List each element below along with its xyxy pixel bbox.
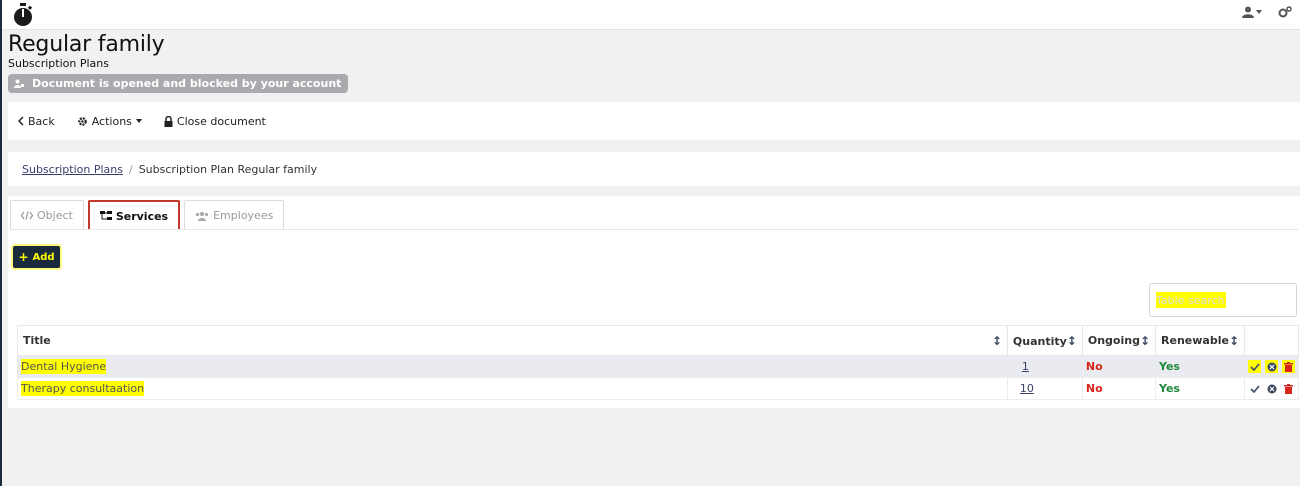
action-bar: Back Actions Close document bbox=[8, 102, 1300, 140]
tab-object[interactable]: Object bbox=[10, 200, 84, 230]
cancel-circle-icon[interactable] bbox=[1265, 360, 1278, 373]
gears-icon bbox=[1278, 6, 1292, 18]
check-icon[interactable] bbox=[1248, 382, 1261, 395]
row-title: Dental Hygiene bbox=[21, 359, 107, 374]
chevron-left-icon bbox=[18, 116, 24, 126]
trash-icon[interactable] bbox=[1282, 382, 1295, 395]
lock-status-badge: Document is opened and blocked by your a… bbox=[8, 74, 349, 93]
actions-label: Actions bbox=[91, 114, 132, 128]
quantity-link[interactable]: 10 bbox=[1020, 382, 1034, 395]
tab-services[interactable]: Services bbox=[87, 200, 181, 230]
table-search-input[interactable] bbox=[1156, 292, 1226, 308]
tab-services-label: Services bbox=[115, 209, 169, 223]
lock-icon bbox=[164, 115, 173, 127]
sort-icon[interactable]: ↕ bbox=[992, 334, 1002, 348]
cell-renewable: Yes bbox=[1155, 377, 1245, 400]
actions-dropdown[interactable]: Actions bbox=[77, 115, 142, 128]
renewable-value: Yes bbox=[1159, 360, 1180, 373]
close-document-label: Close document bbox=[176, 114, 266, 128]
page-subtitle: Subscription Plans bbox=[8, 57, 109, 70]
col-title-header[interactable]: Title ↕ bbox=[17, 325, 1008, 356]
ongoing-value: No bbox=[1085, 382, 1103, 395]
col-quantity-label: Quantity bbox=[1012, 334, 1067, 348]
col-title-label: Title bbox=[23, 333, 51, 347]
renewable-value: Yes bbox=[1159, 382, 1180, 395]
tab-divider bbox=[10, 229, 1298, 230]
stopwatch-icon[interactable] bbox=[12, 3, 34, 27]
cell-quantity: 1 bbox=[1006, 355, 1083, 378]
back-button[interactable]: Back bbox=[18, 115, 55, 128]
add-button[interactable]: + Add bbox=[13, 246, 60, 268]
breadcrumb: Subscription Plans / Subscription Plan R… bbox=[8, 152, 1300, 186]
trash-icon[interactable] bbox=[1282, 360, 1295, 373]
col-renewable-label: Renewable bbox=[1161, 333, 1229, 347]
cell-actions bbox=[1244, 377, 1299, 400]
tab-bar: Object Services Employees bbox=[10, 200, 285, 230]
back-label: Back bbox=[28, 114, 55, 128]
caret-down-icon bbox=[135, 119, 142, 123]
col-quantity-header[interactable]: Quantity↕ bbox=[1006, 325, 1083, 356]
sort-icon[interactable]: ↕ bbox=[1229, 334, 1239, 348]
col-renewable-header[interactable]: Renewable ↕ bbox=[1155, 325, 1245, 356]
sitemap-icon bbox=[99, 211, 112, 220]
code-icon bbox=[21, 211, 33, 220]
services-panel: Object Services Employees + Add Title ↕ bbox=[8, 196, 1300, 408]
breadcrumb-current: Subscription Plan Regular family bbox=[138, 162, 318, 176]
col-ongoing-header[interactable]: Ongoing ↕ bbox=[1081, 325, 1157, 356]
quantity-link[interactable]: 1 bbox=[1022, 360, 1029, 373]
table-row: Therapy consultaation 10 No Yes bbox=[17, 377, 1299, 400]
window-edge bbox=[0, 0, 2, 486]
sort-icon[interactable]: ↕ bbox=[1140, 334, 1150, 348]
tab-object-label: Object bbox=[37, 209, 73, 222]
add-label: Add bbox=[32, 251, 55, 263]
breadcrumb-link-subscription-plans[interactable]: Subscription Plans bbox=[22, 163, 123, 176]
gear-icon bbox=[77, 116, 87, 126]
top-bar bbox=[2, 0, 1300, 30]
user-icon bbox=[1242, 6, 1254, 18]
page-title: Regular family bbox=[8, 32, 165, 57]
row-title: Therapy consultaation bbox=[21, 381, 145, 396]
table-search bbox=[1149, 283, 1297, 317]
col-ongoing-label: Ongoing bbox=[1087, 333, 1140, 347]
plus-icon: + bbox=[18, 250, 29, 264]
tab-employees-label: Employees bbox=[213, 209, 274, 222]
users-icon bbox=[196, 211, 209, 221]
cell-ongoing: No bbox=[1081, 377, 1157, 400]
table-row: Dental Hygiene 1 No Yes bbox=[17, 355, 1299, 378]
ongoing-value: No bbox=[1085, 360, 1103, 373]
title-block: Regular family Subscription Plans Docume… bbox=[8, 32, 349, 93]
cell-title: Therapy consultaation bbox=[17, 377, 1008, 400]
services-table: Title ↕ Quantity↕ Ongoing ↕ Renewable ↕ … bbox=[17, 325, 1299, 400]
check-icon[interactable] bbox=[1248, 360, 1261, 373]
lock-message: Document is opened and blocked by your a… bbox=[32, 77, 342, 90]
close-document-button[interactable]: Close document bbox=[164, 115, 266, 128]
cell-quantity: 10 bbox=[1006, 377, 1083, 400]
cell-ongoing: No bbox=[1081, 355, 1157, 378]
col-actions-header bbox=[1244, 325, 1299, 356]
breadcrumb-separator: / bbox=[128, 162, 133, 176]
cell-renewable: Yes bbox=[1155, 355, 1245, 378]
caret-down-icon bbox=[1256, 10, 1262, 14]
cell-title: Dental Hygiene bbox=[17, 355, 1008, 378]
sort-icon[interactable]: ↕ bbox=[1067, 334, 1077, 348]
tab-employees[interactable]: Employees bbox=[184, 200, 285, 230]
settings-button[interactable] bbox=[1278, 6, 1292, 18]
cancel-circle-icon[interactable] bbox=[1265, 382, 1278, 395]
table-header-row: Title ↕ Quantity↕ Ongoing ↕ Renewable ↕ bbox=[17, 325, 1299, 356]
cell-actions bbox=[1244, 355, 1299, 378]
user-menu-button[interactable] bbox=[1242, 6, 1262, 18]
user-lock-icon bbox=[14, 79, 24, 88]
